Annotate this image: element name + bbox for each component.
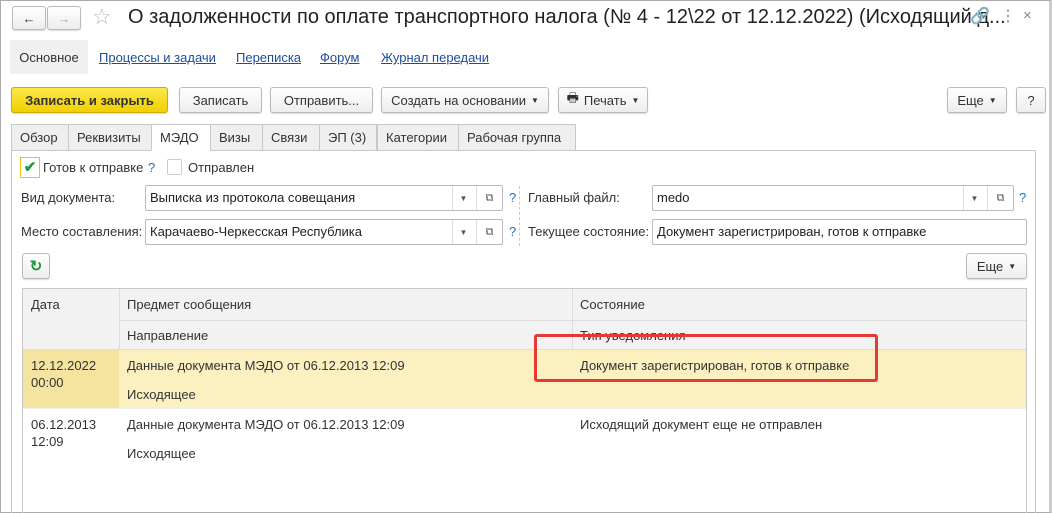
sent-checkbox[interactable] <box>167 159 182 175</box>
messages-table: Дата Предмет сообщения Состояние Направл… <box>22 288 1027 513</box>
close-icon[interactable]: × <box>1023 7 1032 24</box>
refresh-button[interactable]: ↻ <box>22 253 50 279</box>
star-icon[interactable]: ☆ <box>92 4 112 30</box>
tab-details[interactable]: Реквизиты <box>68 124 152 151</box>
place-label: Место составления: <box>21 224 143 239</box>
send-button[interactable]: Отправить... <box>270 87 373 113</box>
row-date: 12.12.2022 <box>31 358 97 373</box>
tab-links[interactable]: Связи <box>262 124 320 151</box>
dropdown-icon[interactable]: ▼ <box>963 186 985 210</box>
link-icon[interactable]: 🔗 <box>970 6 990 26</box>
tab-overview[interactable]: Обзор <box>11 124 69 151</box>
nav-correspondence[interactable]: Переписка <box>236 50 301 65</box>
place-field[interactable]: Карачаево-Черкесская Республика ▼ ⧉ <box>145 219 503 245</box>
main-file-value: medo <box>657 190 690 205</box>
help-icon[interactable]: ? <box>1019 190 1026 205</box>
open-icon[interactable]: ⧉ <box>476 186 502 210</box>
row-time: 00:00 <box>31 375 64 390</box>
row-date: 06.12.2013 <box>31 417 97 432</box>
open-icon[interactable]: ⧉ <box>987 186 1013 210</box>
chevron-down-icon: ▼ <box>1008 261 1017 271</box>
state-field: Документ зарегистрирован, готов к отправ… <box>652 219 1027 245</box>
doc-type-label: Вид документа: <box>21 190 116 205</box>
more-button[interactable]: Еще ▼ <box>947 87 1007 113</box>
row-direction: Исходящее <box>127 387 196 402</box>
help-icon[interactable]: ? <box>148 160 155 175</box>
chevron-down-icon: ▼ <box>631 95 640 105</box>
tab-workgroup[interactable]: Рабочая группа <box>458 124 576 151</box>
table-row[interactable]: 06.12.2013 12:09 Данные документа МЭДО о… <box>23 408 1026 466</box>
separator <box>519 186 520 246</box>
col-subject[interactable]: Предмет сообщения <box>127 297 251 312</box>
save-close-button[interactable]: Записать и закрыть <box>11 87 168 113</box>
main-file-label: Главный файл: <box>528 190 620 205</box>
help-icon[interactable]: ? <box>509 190 516 205</box>
help-icon[interactable]: ? <box>509 224 516 239</box>
nav-transfer-log[interactable]: Журнал передачи <box>381 50 489 65</box>
nav-forum[interactable]: Форум <box>320 50 360 65</box>
row-time: 12:09 <box>31 434 64 449</box>
print-label: Печать <box>583 92 627 108</box>
highlight-box <box>534 334 878 382</box>
refresh-icon: ↻ <box>29 258 43 275</box>
more-label: Еще <box>976 258 1004 274</box>
create-basis-label: Создать на основании <box>391 92 526 108</box>
help-button[interactable]: ? <box>1016 87 1046 113</box>
doc-type-value: Выписка из протокола совещания <box>150 190 356 205</box>
dropdown-icon[interactable]: ▼ <box>452 220 474 244</box>
tab-visas[interactable]: Визы <box>210 124 263 151</box>
ready-label: Готов к отправке <box>43 160 144 175</box>
arrow-right-icon: → <box>57 10 71 26</box>
tab-signatures[interactable]: ЭП (3) <box>319 124 377 151</box>
more-vert-icon[interactable]: ⋮ <box>1000 6 1016 26</box>
print-button[interactable]: 🖶 Печать ▼ <box>558 87 648 113</box>
more-label: Еще <box>957 92 984 108</box>
row-state: Исходящий документ еще не отправлен <box>580 417 823 432</box>
create-basis-button[interactable]: Создать на основании ▼ <box>381 87 549 113</box>
chevron-down-icon: ▼ <box>988 95 997 105</box>
row-subject: Данные документа МЭДО от 06.12.2013 12:0… <box>127 358 405 373</box>
table-more-button[interactable]: Еще ▼ <box>966 253 1027 279</box>
main-file-field[interactable]: medo ▼ ⧉ <box>652 185 1014 211</box>
chevron-down-icon: ▼ <box>530 95 539 105</box>
col-direction[interactable]: Направление <box>127 328 208 343</box>
col-date[interactable]: Дата <box>31 297 60 312</box>
arrow-left-icon: ← <box>22 10 36 26</box>
ready-checkbox[interactable]: ✔ <box>20 157 40 178</box>
sent-label: Отправлен <box>188 160 255 175</box>
state-label: Текущее состояние: <box>528 224 650 239</box>
col-state[interactable]: Состояние <box>580 297 645 312</box>
dropdown-icon[interactable]: ▼ <box>452 186 474 210</box>
row-subject: Данные документа МЭДО от 06.12.2013 12:0… <box>127 417 405 432</box>
open-icon[interactable]: ⧉ <box>476 220 502 244</box>
tab-categories[interactable]: Категории <box>377 124 459 151</box>
doc-type-field[interactable]: Выписка из протокола совещания ▼ ⧉ <box>145 185 503 211</box>
nav-main[interactable]: Основное <box>10 40 88 74</box>
window-title: О задолженности по оплате транспортного … <box>128 6 1006 28</box>
printer-icon: 🖶 <box>566 90 579 105</box>
place-value: Карачаево-Черкесская Республика <box>150 224 362 239</box>
row-direction: Исходящее <box>127 446 196 461</box>
back-button[interactable]: ← <box>12 6 46 30</box>
nav-processes[interactable]: Процессы и задачи <box>99 50 216 65</box>
save-button[interactable]: Записать <box>179 87 262 113</box>
tab-medo[interactable]: МЭДО <box>151 124 211 151</box>
forward-button[interactable]: → <box>47 6 81 30</box>
